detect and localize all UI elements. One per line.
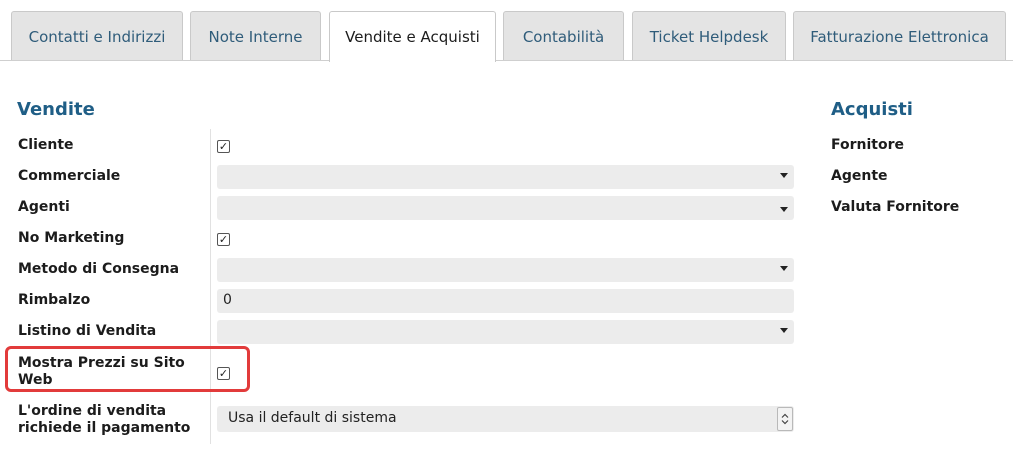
tab-label: Vendite e Acquisti xyxy=(345,28,480,46)
select-metodo-di-consegna[interactable] xyxy=(217,258,794,282)
dropdown-caret-icon xyxy=(780,207,788,212)
label-line: richiede il pagamento xyxy=(18,420,191,436)
tab-label: Note Interne xyxy=(208,27,303,46)
label-metodo-di-consegna: Metodo di Consegna xyxy=(18,261,180,277)
tab-label: Fatturazione Elettronica xyxy=(810,27,989,46)
label-commerciale: Commerciale xyxy=(18,168,121,184)
label-agente: Agente xyxy=(831,168,888,184)
checkbox-no-marketing[interactable]: ✓ xyxy=(217,233,230,246)
tab-vendite-e-acquisti[interactable]: Vendite e Acquisti xyxy=(329,11,496,62)
label-rimbalzo: Rimbalzo xyxy=(18,292,91,308)
select-commerciale[interactable] xyxy=(217,165,794,189)
tab-note-interne[interactable]: Note Interne xyxy=(190,11,321,61)
select-ordine-richiede-pagamento[interactable]: Usa il default di sistema xyxy=(217,406,794,432)
label-cliente: Cliente xyxy=(18,137,74,153)
select-agenti[interactable] xyxy=(217,196,794,220)
dropdown-caret-icon xyxy=(780,173,788,178)
checkbox-cliente[interactable]: ✓ xyxy=(217,140,230,153)
section-title-acquisti: Acquisti xyxy=(831,99,913,120)
tab-bar: Contatti e Indirizzi Note Interne Vendit… xyxy=(0,0,1013,62)
dropdown-caret-icon xyxy=(780,328,788,333)
tab-contatti-e-indirizzi[interactable]: Contatti e Indirizzi xyxy=(11,11,183,61)
tab-fatturazione-elettronica[interactable]: Fatturazione Elettronica xyxy=(793,11,1006,61)
tab-baseline xyxy=(0,60,1013,61)
chevron-updown-icon xyxy=(777,407,793,431)
label-fornitore: Fornitore xyxy=(831,137,904,153)
tab-label: Ticket Helpdesk xyxy=(649,27,769,46)
check-icon: ✓ xyxy=(218,140,229,153)
label-line: L'ordine di vendita xyxy=(18,403,167,419)
label-ordine-richiede-pagamento: L'ordine di vendita richiede il pagament… xyxy=(18,403,190,437)
select-listino-di-vendita[interactable] xyxy=(217,320,794,344)
tab-label: Contabilità xyxy=(522,27,605,46)
label-valuta-fornitore: Valuta Fornitore xyxy=(831,199,960,215)
input-rimbalzo[interactable]: 0 xyxy=(217,289,794,313)
label-listino-di-vendita: Listino di Vendita xyxy=(18,323,157,339)
section-title-vendite: Vendite xyxy=(17,99,95,120)
tab-contabilita[interactable]: Contabilità xyxy=(503,11,624,61)
dropdown-caret-icon xyxy=(780,266,788,271)
tab-ticket-helpdesk[interactable]: Ticket Helpdesk xyxy=(632,11,786,61)
input-value: 0 xyxy=(223,292,232,308)
column-divider xyxy=(210,129,211,444)
label-no-marketing: No Marketing xyxy=(18,230,125,246)
tab-label: Contatti e Indirizzi xyxy=(28,27,166,46)
label-agenti: Agenti xyxy=(18,199,70,215)
check-icon: ✓ xyxy=(218,233,229,246)
select-value: Usa il default di sistema xyxy=(228,410,397,426)
highlight-box xyxy=(5,346,250,392)
